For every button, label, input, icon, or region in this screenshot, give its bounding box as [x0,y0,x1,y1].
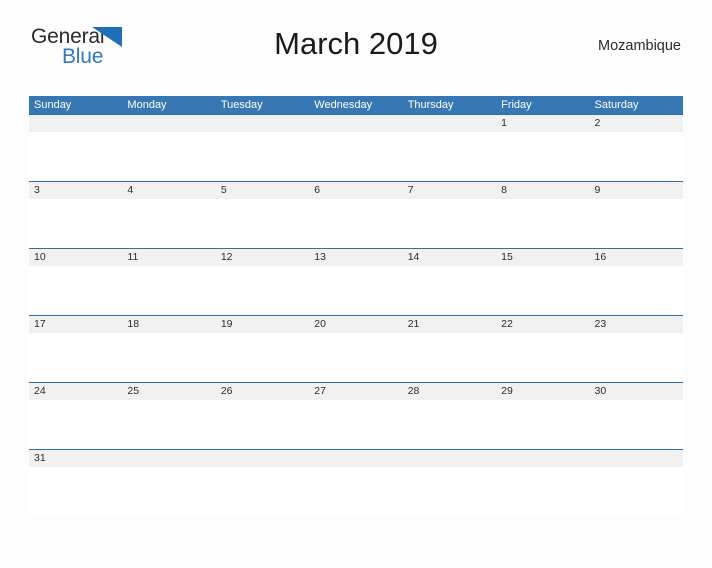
week-day-number-band: 10 11 12 13 14 15 16 [29,249,683,266]
day-cell[interactable]: 3 [29,182,122,199]
day-cell[interactable]: 4 [122,182,215,199]
calendar-grid: Sunday Monday Tuesday Wednesday Thursday… [29,96,683,516]
day-cell[interactable]: 12 [216,249,309,266]
day-cell[interactable]: 5 [216,182,309,199]
day-cell[interactable]: 6 [309,182,402,199]
day-cell[interactable] [496,450,589,467]
week-note-area[interactable] [29,400,683,449]
week-row: 24 25 26 27 28 29 30 [29,382,683,449]
week-row: 17 18 19 20 21 22 23 [29,315,683,382]
day-cell[interactable] [309,450,402,467]
weekday-header-friday: Friday [501,99,532,111]
week-day-number-band: 24 25 26 27 28 29 30 [29,383,683,400]
week-note-area[interactable] [29,199,683,248]
weekday-header-tuesday: Tuesday [220,99,263,111]
day-cell[interactable]: 10 [29,249,122,266]
day-cell[interactable]: 14 [403,249,496,266]
day-cell[interactable] [216,450,309,467]
day-cell[interactable]: 22 [496,316,589,333]
day-cell[interactable]: 16 [590,249,683,266]
day-cell[interactable]: 18 [122,316,215,333]
week-row: 3 4 5 6 7 8 9 [29,181,683,248]
day-cell[interactable]: 21 [403,316,496,333]
day-cell[interactable]: 31 [29,450,122,467]
page-title: March 2019 [274,26,438,61]
weekday-header-sunday: Sunday [34,99,72,111]
day-cell[interactable]: 13 [309,249,402,266]
weekday-header-wednesday: Wednesday [314,99,373,111]
page-header: General Blue March 2019 Mozambique [29,18,683,76]
day-cell[interactable]: 7 [403,182,496,199]
week-note-area[interactable] [29,132,683,181]
weekday-header-row: Sunday Monday Tuesday Wednesday Thursday… [29,96,683,114]
day-cell[interactable] [122,115,215,132]
weekday-header-monday: Monday [127,99,167,111]
day-cell[interactable] [309,115,402,132]
week-day-number-band: 1 2 [29,115,683,132]
day-cell[interactable]: 24 [29,383,122,400]
week-day-number-band: 31 [29,450,683,467]
day-cell[interactable]: 19 [216,316,309,333]
day-cell[interactable]: 20 [309,316,402,333]
day-cell[interactable]: 29 [496,383,589,400]
country-label: Mozambique [597,38,681,54]
day-cell[interactable]: 1 [496,115,589,132]
week-row: 1 2 [29,114,683,181]
day-cell[interactable]: 28 [403,383,496,400]
week-day-number-band: 17 18 19 20 21 22 23 [29,316,683,333]
day-cell[interactable] [29,115,122,132]
week-day-number-band: 3 4 5 6 7 8 9 [29,182,683,199]
day-cell[interactable]: 26 [216,383,309,400]
weekday-header-thursday: Thursday [407,99,454,111]
calendar-page: General Blue March 2019 Mozambique Sunda… [0,18,712,568]
day-cell[interactable]: 9 [590,182,683,199]
day-cell[interactable]: 2 [590,115,683,132]
day-cell[interactable]: 11 [122,249,215,266]
day-cell[interactable]: 15 [496,249,589,266]
day-cell[interactable] [122,450,215,467]
week-note-area[interactable] [29,467,683,516]
day-cell[interactable] [216,115,309,132]
day-cell[interactable]: 8 [496,182,589,199]
week-row: 31 [29,449,683,516]
week-note-area[interactable] [29,333,683,382]
day-cell[interactable]: 23 [590,316,683,333]
day-cell[interactable]: 25 [122,383,215,400]
weekday-header-saturday: Saturday [594,99,639,111]
day-cell[interactable] [403,115,496,132]
day-cell[interactable]: 17 [29,316,122,333]
day-cell[interactable] [403,450,496,467]
day-cell[interactable]: 30 [590,383,683,400]
day-cell[interactable] [590,450,683,467]
day-cell[interactable]: 27 [309,383,402,400]
week-note-area[interactable] [29,266,683,315]
week-row: 10 11 12 13 14 15 16 [29,248,683,315]
